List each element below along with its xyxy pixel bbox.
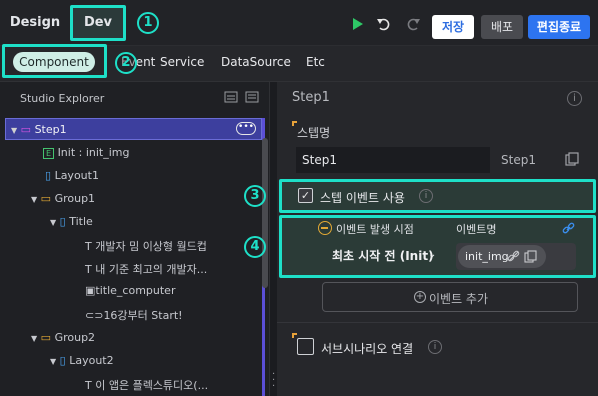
image-icon: ▣	[85, 284, 96, 297]
copy-icon[interactable]	[524, 250, 537, 263]
caret-down-icon: ▼	[31, 334, 38, 343]
app-window: Design Dev 1 저장 배포 편집종료 Component Event …	[0, 0, 598, 396]
button-icon: ⊂⊃	[85, 309, 104, 322]
deploy-button[interactable]: 배포	[481, 15, 523, 39]
section-marker-icon	[292, 333, 297, 338]
caret-down-icon: ▼	[50, 357, 57, 366]
exit-edit-button[interactable]: 편집종료	[528, 15, 590, 39]
divider	[277, 322, 598, 323]
callout-badge-2: 2	[115, 52, 137, 74]
tree-label: 16강부터 Start!	[103, 309, 183, 322]
chevron-down-icon[interactable]: ⌄	[428, 249, 436, 260]
collapse-all-icon[interactable]	[224, 90, 238, 104]
properties-title: Step1	[292, 90, 330, 105]
callout-badge-1: 1	[137, 12, 159, 34]
link-icon[interactable]	[562, 222, 575, 235]
explorer-scrollbar[interactable]	[262, 138, 268, 288]
tree-label: Step1	[34, 123, 67, 136]
tree-item-layout1[interactable]: ▯ Layout1	[45, 169, 99, 182]
tree-item-text-3[interactable]: T 이 앱은 플렉스튜디오(...	[85, 377, 208, 393]
explorer-title: Studio Explorer	[20, 92, 105, 105]
tab-component[interactable]: Component	[13, 52, 95, 72]
info-icon[interactable]: i	[567, 91, 582, 106]
tab-dev[interactable]: Dev	[70, 5, 126, 41]
remove-event-icon[interactable]	[318, 221, 332, 235]
unlink-icon[interactable]	[507, 250, 520, 263]
callout-badge-3: 3	[244, 185, 266, 207]
tab-etc[interactable]: Etc	[306, 55, 325, 69]
expand-all-icon[interactable]	[245, 90, 259, 104]
tree-label: Layout1	[54, 169, 99, 182]
tree-label: T 내 기준 최고의 개발자...	[85, 263, 208, 276]
tree-item-text-2[interactable]: T 내 기준 최고의 개발자...	[85, 261, 207, 277]
tree-item-step1[interactable]: ▼ ▭ Step1	[11, 123, 67, 136]
tree-label: title_computer	[95, 284, 176, 297]
tree-label: Group1	[54, 192, 96, 205]
tree-item-text-1[interactable]: T 개발자 밈 이상형 월드컵	[85, 238, 207, 254]
step-icon: ▭	[20, 123, 32, 136]
tree-item-init[interactable]: E Init : init_img	[43, 146, 130, 159]
panel-splitter[interactable]	[270, 82, 277, 396]
plus-icon: +	[414, 291, 426, 303]
tree-label: T 이 앱은 플렉스튜디오(...	[85, 379, 209, 392]
folder-icon: ▭	[40, 331, 52, 344]
tree-item-title[interactable]: ▼ ▯ Title	[50, 215, 93, 228]
tree-label: Layout2	[69, 354, 114, 367]
drag-handle-icon[interactable]: · · ·	[272, 370, 275, 392]
page-icon: ▯	[59, 354, 66, 367]
step-id-value: Step1	[501, 153, 536, 167]
tree-item-group1[interactable]: ▼ ▭ Group1	[31, 192, 95, 205]
page-icon: ▯	[59, 215, 66, 228]
tree-label: Group2	[54, 331, 96, 344]
redo-icon[interactable]	[405, 16, 421, 32]
step-name-input[interactable]: Step1	[296, 147, 490, 173]
use-step-event-label: 스텝 이벤트 사용	[320, 191, 405, 205]
tab-design[interactable]: Design	[6, 6, 64, 40]
event-name-value: init_img	[465, 250, 509, 263]
tab-datasource[interactable]: DataSource	[221, 55, 291, 69]
callout-badge-4: 4	[244, 236, 266, 258]
sub-scenario-checkbox[interactable]	[297, 338, 314, 355]
event-name-label: 이벤트명	[456, 223, 497, 236]
tree-item-start-button[interactable]: ⊂⊃16강부터 Start!	[85, 307, 183, 323]
tree-item-layout2[interactable]: ▼ ▯ Layout2	[50, 354, 114, 367]
save-button[interactable]: 저장	[432, 15, 474, 39]
event-icon: E	[43, 148, 55, 159]
add-event-label: 이벤트 추가	[429, 292, 489, 306]
tree-label: Title	[69, 215, 93, 228]
tab-service[interactable]: Service	[160, 55, 204, 69]
tree-item-title-computer[interactable]: ▣title_computer	[85, 284, 175, 297]
caret-down-icon: ▼	[31, 195, 38, 204]
tree-item-group2[interactable]: ▼ ▭ Group2	[31, 331, 95, 344]
caret-down-icon: ▼	[11, 126, 18, 135]
undo-icon[interactable]	[376, 16, 392, 32]
info-icon[interactable]: i	[428, 340, 442, 354]
step-name-label: 스텝명	[297, 126, 331, 140]
more-options-icon[interactable]: •••	[236, 122, 256, 135]
event-timing-label: 이벤트 발생 시점	[336, 223, 414, 236]
folder-icon: ▭	[40, 192, 52, 205]
play-icon[interactable]	[352, 18, 364, 30]
tree-label: Init : init_img	[57, 146, 130, 159]
sub-scenario-label: 서브시나리오 연결	[321, 342, 414, 356]
page-icon: ▯	[45, 169, 52, 182]
copy-icon[interactable]	[565, 152, 579, 166]
event-timing-value: 최초 시작 전 (Init)	[332, 249, 434, 263]
info-icon[interactable]: i	[419, 189, 433, 203]
caret-down-icon: ▼	[50, 218, 57, 227]
use-step-event-checkbox[interactable]: ✓	[298, 188, 313, 203]
tree-label: T 개발자 밈 이상형 월드컵	[85, 240, 207, 253]
